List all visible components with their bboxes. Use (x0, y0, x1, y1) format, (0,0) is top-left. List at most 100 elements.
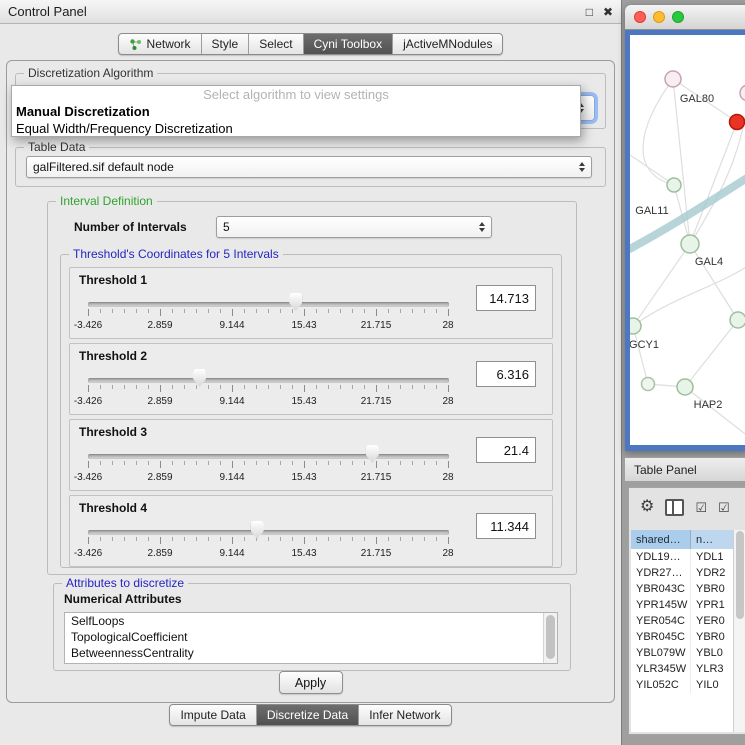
network-canvas[interactable]: GAL80GAL11GAL4GCY1HAP2 (630, 35, 745, 445)
network-node[interactable] (677, 379, 693, 395)
apply-button[interactable]: Apply (279, 671, 343, 694)
dropdown-option[interactable]: Equal Width/Frequency Discretization (12, 120, 580, 137)
updown-arrows-icon (479, 219, 485, 235)
minimize-traffic-light[interactable] (653, 11, 665, 23)
table-row[interactable]: YIL052CYIL0 (631, 677, 734, 693)
num-intervals-combo[interactable]: 5 (216, 216, 492, 238)
gear-icon[interactable]: ⚙ (640, 499, 654, 515)
tab-jactivemnodules[interactable]: jActiveMNodules (392, 34, 502, 54)
slider-tick-label: 9.144 (219, 396, 244, 407)
numerical-attributes-label: Numerical Attributes (64, 592, 182, 606)
network-node[interactable] (740, 85, 745, 101)
node-label: HAP2 (694, 399, 723, 411)
node-table: shared… n… YDL19…YDL1YDR27…YDR2YBR043CYB… (631, 530, 734, 732)
slider-tick-label: 28 (442, 548, 453, 559)
table-row[interactable]: YBR043CYBR0 (631, 581, 734, 597)
table-data-combo[interactable]: galFiltered.sif default node (26, 156, 592, 178)
num-intervals-label: Number of Intervals (74, 220, 187, 234)
slider-tick-label: 15.43 (291, 472, 316, 483)
network-tab-icon (129, 38, 142, 51)
network-node[interactable] (730, 312, 745, 328)
slider-tick-label: -3.426 (74, 396, 102, 407)
tab-label: Impute Data (180, 708, 245, 722)
group-title: Attributes to discretize (62, 576, 188, 590)
tab-impute-data[interactable]: Impute Data (170, 705, 255, 725)
dropdown-option[interactable]: Manual Discretization (12, 103, 580, 120)
tab-infer-network[interactable]: Infer Network (358, 705, 450, 725)
float-window-icon[interactable]: □ (586, 5, 593, 19)
attribute-item[interactable]: SelfLoops (65, 613, 557, 629)
threshold-value-field[interactable] (476, 361, 536, 387)
network-node[interactable] (630, 318, 641, 334)
network-view-window: GAL80GAL11GAL4GCY1HAP2 (625, 5, 745, 451)
table-cell: YIL0 (691, 677, 734, 693)
tab-discretize-data[interactable]: Discretize Data (256, 705, 358, 725)
network-node[interactable] (667, 178, 681, 192)
attribute-item[interactable]: TopologicalCoefficient (65, 629, 557, 645)
threshold-label: Threshold 2 (79, 349, 147, 363)
slider-ticks (88, 461, 449, 468)
table-cell: YBR043C (631, 581, 691, 597)
tab-network[interactable]: Network (119, 34, 201, 54)
table-row[interactable]: YDR27…YDR2 (631, 565, 734, 581)
threshold-2-block: Threshold 2 -3.4262.8599.14415.4321.7152… (69, 343, 553, 415)
threshold-value-field[interactable] (476, 437, 536, 463)
column-header-shared-name[interactable]: shared… (631, 530, 691, 549)
table-row[interactable]: YBR045CYBR0 (631, 629, 734, 645)
network-node-selected[interactable] (730, 115, 745, 130)
group-title: Interval Definition (56, 194, 157, 208)
network-node[interactable] (681, 235, 699, 253)
table-row[interactable]: YBL079WYBL0 (631, 645, 734, 661)
tab-cyni-toolbox[interactable]: Cyni Toolbox (303, 34, 392, 54)
column-chooser-icon[interactable] (665, 499, 684, 516)
threshold-4-block: Threshold 4 -3.4262.8599.14415.4321.7152… (69, 495, 553, 567)
table-row[interactable]: YER054CYER0 (631, 613, 734, 629)
slider-tick-label: 21.715 (361, 472, 392, 483)
table-cell: YBR0 (691, 581, 734, 597)
numerical-attributes-list[interactable]: SelfLoopsTopologicalCoefficientBetweenne… (64, 612, 558, 664)
network-node[interactable] (665, 71, 681, 87)
slider-track[interactable] (88, 454, 449, 459)
column-header-name[interactable]: n… (691, 530, 734, 549)
network-window-titlebar[interactable] (625, 5, 745, 30)
select-all-icon[interactable]: ☑ (695, 501, 707, 514)
thresholds-group: Threshold's Coordinates for 5 Intervals … (60, 254, 562, 568)
threshold-label: Threshold 4 (79, 501, 147, 515)
slider-tick-label: 9.144 (219, 320, 244, 331)
close-traffic-light[interactable] (634, 11, 646, 23)
select-none-icon[interactable]: ☑ (718, 501, 730, 514)
slider-tick-label: 21.715 (361, 548, 392, 559)
threshold-1-block: Threshold 1 -3.4262.8599.14415.4321.7152… (69, 267, 553, 339)
table-row[interactable]: YLR345WYLR3 (631, 661, 734, 677)
slider-tick-label: 28 (442, 396, 453, 407)
tab-select[interactable]: Select (248, 34, 302, 54)
zoom-traffic-light[interactable] (672, 11, 684, 23)
interval-definition-group: Interval Definition Number of Intervals … (47, 201, 577, 575)
table-row[interactable]: YDL19…YDL1 (631, 549, 734, 565)
slider-track[interactable] (88, 302, 449, 307)
tab-label: Network (147, 37, 191, 51)
slider-tick-label: 9.144 (219, 548, 244, 559)
slider-tick-label: 15.43 (291, 548, 316, 559)
table-cell: YDR27… (631, 565, 691, 581)
tab-style[interactable]: Style (201, 34, 249, 54)
close-icon[interactable]: ✖ (603, 5, 613, 19)
scrollbar-thumb[interactable] (546, 615, 555, 659)
table-cell: YIL052C (631, 677, 691, 693)
tab-label: Infer Network (369, 708, 440, 722)
table-cell: YLR345W (631, 661, 691, 677)
slider-tick-label: 15.43 (291, 396, 316, 407)
scrollbar-thumb[interactable] (736, 531, 744, 619)
table-row[interactable]: YPR145WYPR1 (631, 597, 734, 613)
threshold-value-field[interactable] (476, 513, 536, 539)
table-cell: YDL19… (631, 549, 691, 565)
attributes-scrollbar[interactable] (543, 613, 557, 663)
slider-track[interactable] (88, 378, 449, 383)
threshold-value-field[interactable] (476, 285, 536, 311)
tab-label: Select (259, 37, 292, 51)
slider-ticks (88, 537, 449, 544)
slider-track[interactable] (88, 530, 449, 535)
table-scrollbar[interactable] (733, 530, 745, 732)
attribute-item[interactable]: BetweennessCentrality (65, 645, 557, 661)
network-node[interactable] (642, 378, 655, 391)
